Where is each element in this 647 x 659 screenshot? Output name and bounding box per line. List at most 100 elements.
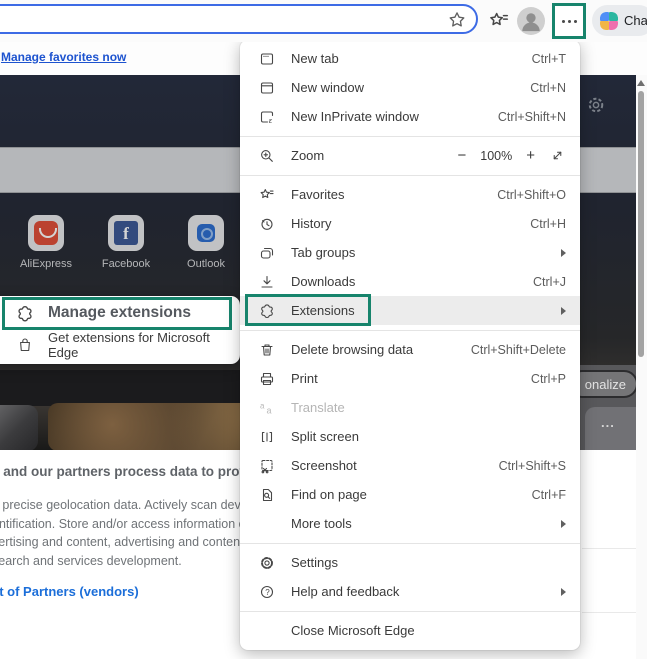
quick-link-aliexpress[interactable]: AliExpress [20,215,72,270]
menu-item-new-tab[interactable]: New tab Ctrl+T [240,44,580,73]
translate-icon: aa [258,399,275,416]
menu-item-label: Close Microsoft Edge [291,623,415,638]
new-tab-icon [258,50,275,67]
menu-item-screenshot[interactable]: Screenshot Ctrl+Shift+S [240,451,580,480]
new-window-icon [258,79,275,96]
menu-item-shortcut: Ctrl+Shift+Delete [470,342,566,357]
menu-item-new-window[interactable]: New window Ctrl+N [240,73,580,102]
menu-item-shortcut: Ctrl+H [530,216,566,231]
menu-item-label: Find on page [291,487,367,502]
svg-text:a: a [260,401,265,410]
menu-item-delete-browsing-data[interactable]: Delete browsing data Ctrl+Shift+Delete [240,335,580,364]
scrollbar-thumb[interactable] [638,91,644,357]
svg-text:a: a [266,405,271,415]
zoom-in-button[interactable]: + [526,147,535,164]
menu-item-zoom: Zoom − 100% + [240,141,580,170]
menu-item-shortcut: Ctrl+P [530,371,566,386]
menu-item-shortcut: Ctrl+Shift+N [497,109,566,124]
menu-item-label: Help and feedback [291,584,400,599]
menu-item-label: Zoom [291,148,325,163]
settings-and-more-button[interactable] [555,6,583,36]
tile-label: Outlook [187,258,225,270]
menu-item-label: Print [291,371,318,386]
profile-avatar[interactable] [517,7,545,35]
submenu-arrow-icon [561,587,566,596]
consent-line: search and services development. [0,553,182,568]
menu-item-label: History [291,216,332,231]
settings-gear-icon [258,554,275,571]
chat-button[interactable]: Chat [592,5,647,36]
facebook-icon: f [108,215,144,251]
icon-spacer [258,515,275,532]
menu-item-shortcut: Ctrl+J [533,274,566,289]
svg-text:ε: ε [268,116,272,125]
favorites-toolbar-icon[interactable] [486,8,512,34]
quick-link-facebook[interactable]: f Facebook [102,215,150,270]
menu-item-manage-extensions[interactable]: Manage extensions [0,297,240,330]
history-clock-icon [258,215,275,232]
menu-item-label: Delete browsing data [291,342,414,357]
scrollbar-up-arrow[interactable] [637,80,645,86]
menu-divider [240,174,580,176]
chat-label: Chat [624,13,647,28]
zoom-out-button[interactable]: − [457,147,466,164]
page-scrollbar[interactable] [636,75,647,659]
menu-item-get-extensions[interactable]: Get extensions for Microsoft Edge [0,329,240,361]
tile-label: Facebook [101,258,151,270]
menu-item-settings[interactable]: Settings [240,548,580,577]
menu-item-help-and-feedback[interactable]: ? Help and feedback [240,577,580,606]
printer-icon [258,370,275,387]
fullscreen-icon[interactable] [549,147,566,164]
menu-item-new-inprivate-window[interactable]: ε New InPrivate window Ctrl+Shift+N [240,102,580,131]
add-favorite-star-icon[interactable] [446,9,468,31]
menu-item-label: Screenshot [291,458,357,473]
menu-item-label: Settings [291,555,338,570]
icon-spacer [258,622,275,639]
manage-favorites-link[interactable]: Manage favorites now [1,50,126,64]
menu-item-downloads[interactable]: Downloads Ctrl+J [240,267,580,296]
consent-line: e precise geolocation data. Actively sca… [0,498,244,512]
menu-item-find-on-page[interactable]: Find on page Ctrl+F [240,480,580,509]
menu-item-translate: aa Translate [240,393,580,422]
outlook-icon [188,215,224,251]
menu-item-split-screen[interactable]: Split screen [240,422,580,451]
menu-item-extensions[interactable]: Extensions [240,294,580,326]
menu-item-print[interactable]: Print Ctrl+P [240,364,580,393]
store-bag-icon [16,336,34,354]
menu-divider [240,135,580,137]
downloads-icon [258,273,275,290]
divider [582,548,636,549]
find-on-page-icon [258,486,275,503]
menu-item-more-tools[interactable]: More tools [240,509,580,538]
menu-divider [240,542,580,544]
partners-vendors-link[interactable]: st of Partners (vendors) [0,584,139,599]
quick-link-outlook[interactable]: Outlook [187,215,225,270]
browser-window: AliExpress f Facebook Outlook onalize ..… [0,0,647,659]
menu-item-shortcut: Ctrl+Shift+O [497,187,566,202]
zoom-magnifier-icon [258,147,275,164]
browser-toolbar: Chat [0,0,647,42]
submenu-arrow-icon [561,248,566,257]
get-extensions-label: Get extensions for Microsoft Edge [48,330,210,360]
menu-item-shortcut: Ctrl+Shift+S [498,458,566,473]
aliexpress-icon [28,215,64,251]
submenu-arrow-icon [561,306,566,315]
submenu-arrow-icon [561,519,566,528]
menu-item-favorites[interactable]: Favorites Ctrl+Shift+O [240,180,580,209]
menu-item-close-microsoft-edge[interactable]: Close Microsoft Edge [240,616,580,645]
menu-item-label: Split screen [291,429,359,444]
address-bar[interactable] [0,4,478,34]
quick-links-row: AliExpress f Facebook Outlook [0,215,240,270]
page-settings-gear-icon[interactable] [586,95,606,115]
menu-item-label: Tab groups [291,245,356,260]
divider [582,612,636,613]
svg-text:?: ? [265,587,270,596]
menu-item-shortcut: Ctrl+T [531,51,566,66]
trash-icon [258,341,275,358]
menu-item-history[interactable]: History Ctrl+H [240,209,580,238]
more-annotation-box [552,3,586,39]
menu-item-label: New tab [291,51,339,66]
consent-paragraph: e precise geolocation data. Actively sca… [0,496,246,570]
menu-item-tab-groups[interactable]: Tab groups [240,238,580,267]
menu-item-label: Translate [291,400,345,415]
